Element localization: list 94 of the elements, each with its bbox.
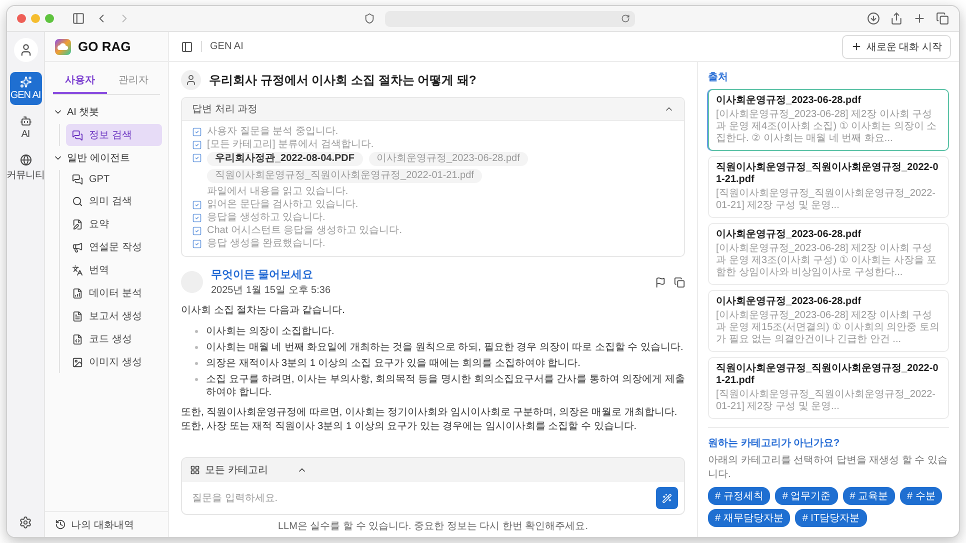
bullet-dot <box>195 362 198 365</box>
copy-icon[interactable] <box>674 276 685 288</box>
assistant-name: 무엇이든 물어보세요 <box>211 268 314 282</box>
step-text: Chat 어시스턴트 응답을 생성하고 있습니다. <box>207 225 402 237</box>
close-icon[interactable] <box>17 14 26 23</box>
timestamp: 2025년 1월 15일 오후 5:36 <box>211 284 331 297</box>
search-icon <box>72 196 83 206</box>
rail-button[interactable]: 커뮤니티 <box>10 150 42 186</box>
category-selector[interactable]: 모든 카테고리 <box>182 458 684 482</box>
document-icon <box>72 310 83 322</box>
file-chip: 이사회운영규정_2023-06-28.pdf <box>368 152 528 166</box>
menu-item[interactable]: 보고서 생성 <box>66 305 162 327</box>
magic-wand-icon <box>662 492 672 504</box>
rail-button[interactable]: AI <box>10 111 42 144</box>
image-icon <box>72 356 83 368</box>
logo-icon <box>55 38 71 54</box>
step-text: 읽어온 문단을 검사하고 있습니다. <box>207 199 358 211</box>
history-link[interactable]: 나의 대화내역 <box>45 511 168 537</box>
globe-icon <box>20 154 32 166</box>
bullet-text: 소집 요구를 하려면, 이사는 부의사항, 회의목적 등을 명시한 회의소집요구서를 간사를 통하여 의장에게 제출하여야 합니다. <box>206 373 685 399</box>
sources-title: 출처 <box>708 71 729 84</box>
tabs-icon[interactable] <box>936 12 949 25</box>
sparkle-icon <box>20 76 32 88</box>
user-icon <box>18 43 32 57</box>
category-tag[interactable]: # 교육분 <box>842 487 896 505</box>
category-tag[interactable]: # 재무담당자분 <box>708 509 790 527</box>
settings-icon[interactable] <box>19 516 32 529</box>
download-icon[interactable] <box>867 12 880 25</box>
hint-text: 아래의 카테고리를 선택하여 답변을 재생성 할 수 있습니다. <box>708 454 948 481</box>
share-icon[interactable] <box>890 12 903 25</box>
category-tag[interactable]: # 수분 <box>900 487 942 505</box>
bullet-dot <box>195 330 198 333</box>
app-title: GO RAG <box>78 39 131 54</box>
hint-title: 원하는 카테고리가 아닌가요? <box>708 437 841 450</box>
category-tag[interactable]: # 규정세칙 <box>708 487 770 505</box>
category-tag[interactable]: # 업무기준 <box>775 487 838 505</box>
question-text: 우리회사 규정에서 이사회 소집 절차는 어떻게 돼? <box>209 72 476 88</box>
chat-icon <box>72 174 83 185</box>
flag-icon[interactable] <box>655 276 666 288</box>
translate-icon <box>72 264 83 276</box>
menu-item[interactable]: 데이터 분석 <box>66 282 162 304</box>
process-header[interactable]: 답변 처리 과정 <box>182 98 684 121</box>
source-card[interactable]: 이사회운영규정_2023-06-28.pdf [이사회운영규정_2023-06-28] 제2장 이사회 구성과 운영 제15조(서면결의) ① 이사회의 의안중 토의가 필요 없는 의결안건이나 긴급한 안건 ... <box>708 290 949 352</box>
answer-text: 이사회 소집 절차는 다음과 같습니다. <box>181 304 346 318</box>
source-card[interactable]: 직원이사회운영규정_직원이사회운영규정_2022-01-21.pdf [직원이사회운영규정_직원이사회운영규정_2022-01-21] 제2장 구성 및 운영... <box>708 357 949 419</box>
step-text: 파일에서 내용을 읽고 있습니다. <box>207 186 350 198</box>
tree-group[interactable]: AI 챗봇 <box>51 101 162 123</box>
menu-item[interactable]: 코드 생성 <box>66 328 162 350</box>
history-icon <box>55 519 66 530</box>
reload-icon[interactable] <box>620 14 630 23</box>
menu-item[interactable]: 요약 <box>66 213 162 235</box>
send-button[interactable] <box>656 487 678 509</box>
menu-item[interactable]: 의미 검색 <box>66 190 162 212</box>
file-chip: 직원이사회운영규정_직원이사회운영규정_2022-01-21.pdf <box>207 169 482 183</box>
sidebar-icon[interactable] <box>72 12 85 25</box>
answer-paragraph: 또한, 직원이사회운영규정에 따르면, 이사회는 정기이사회와 임시이사회로 구분하며, 의장은 매월로 개최합니다. 또한, 사장 또는 재적 직원이사 3분의 1 이상의 요구가 있는 경우에는 임시이사회를 소집할 수 있습니다. <box>181 406 678 434</box>
user-avatar[interactable] <box>14 38 38 62</box>
menu-item[interactable]: 이미지 생성 <box>66 351 162 373</box>
chat-icon <box>72 130 83 140</box>
source-card[interactable]: 이사회운영규정_2023-06-28.pdf [이사회운영규정_2023-06-28] 제2장 이사회 구성과 운영 제4조(이사회 소집) ① 이사회는 의장이 소집한다. ② 이사회는 매월 네 번째 화요... <box>708 89 949 151</box>
step-text: 응답을 생성하고 있습니다. <box>207 212 326 224</box>
rail-button[interactable]: GEN AI <box>10 72 42 105</box>
sidebar-tab[interactable]: 사용자 <box>53 68 106 94</box>
bullet-text: 의장은 재적이사 3분의 1 이상의 소집 요구가 있을 때에는 회의를 소집하여야 합니다. <box>206 357 580 370</box>
plus-icon <box>851 41 862 52</box>
source-card[interactable]: 직원이사회운영규정_직원이사회운영규정_2022-01-21.pdf [직원이사회운영규정_직원이사회운영규정_2022-01-21] 제2장 구성 및 운영... <box>708 156 949 218</box>
robot-icon <box>20 115 32 127</box>
document-edit-icon <box>72 218 83 230</box>
disclaimer-text: LLM은 실수를 할 수 있습니다. 중요한 정보는 다시 한번 확인해주세요. <box>276 520 589 533</box>
step-text: 사용자 질문을 분석 중입니다. <box>207 126 338 138</box>
bullet-dot <box>195 346 198 349</box>
new-tab-icon[interactable] <box>913 12 926 25</box>
bullet-dot <box>195 378 198 381</box>
user-icon <box>185 74 197 86</box>
menu-item[interactable]: 정보 검색 <box>66 124 162 146</box>
bullet-text: 이사회는 매월 네 번째 화요일에 개최하는 것을 원칙으로 하되, 필요한 경우 의장이 따로 소집할 수 있습니다. <box>206 341 684 354</box>
code-document-icon <box>72 334 83 344</box>
menu-item[interactable]: GPT <box>66 170 162 189</box>
new-chat-button[interactable]: 새로운 대화 시작 <box>842 34 951 58</box>
megaphone-icon <box>72 242 83 252</box>
file-chip: 우리회사정관_2022-08-04.PDF <box>207 152 362 166</box>
menu-item[interactable]: 연설문 작성 <box>66 236 162 258</box>
page-title: GEN AI <box>201 41 244 52</box>
source-card[interactable]: 이사회운영규정_2023-06-28.pdf [이사회운영규정_2023-06-28] 제2장 이사회 구성과 운영 제3조(이사회 구성) ① 이사회는 사장을 포함한 상임이사와 비상임이사로 구성한다... <box>708 223 949 285</box>
menu-item[interactable]: 번역 <box>66 259 162 281</box>
step-text: [모든 카테고리] 분류에서 검색합니다. <box>207 139 374 151</box>
grid-icon <box>190 465 200 475</box>
step-text: 응답 생성을 완료했습니다. <box>207 238 326 250</box>
bullet-text: 이사회는 의장이 소집합니다. <box>206 325 334 338</box>
chart-document-icon <box>72 288 83 298</box>
tree-group[interactable]: 일반 에이전트 <box>51 147 162 169</box>
shield-icon <box>364 13 374 24</box>
category-tag[interactable]: # IT담당자분 <box>795 509 867 527</box>
panel-icon[interactable] <box>181 40 193 52</box>
